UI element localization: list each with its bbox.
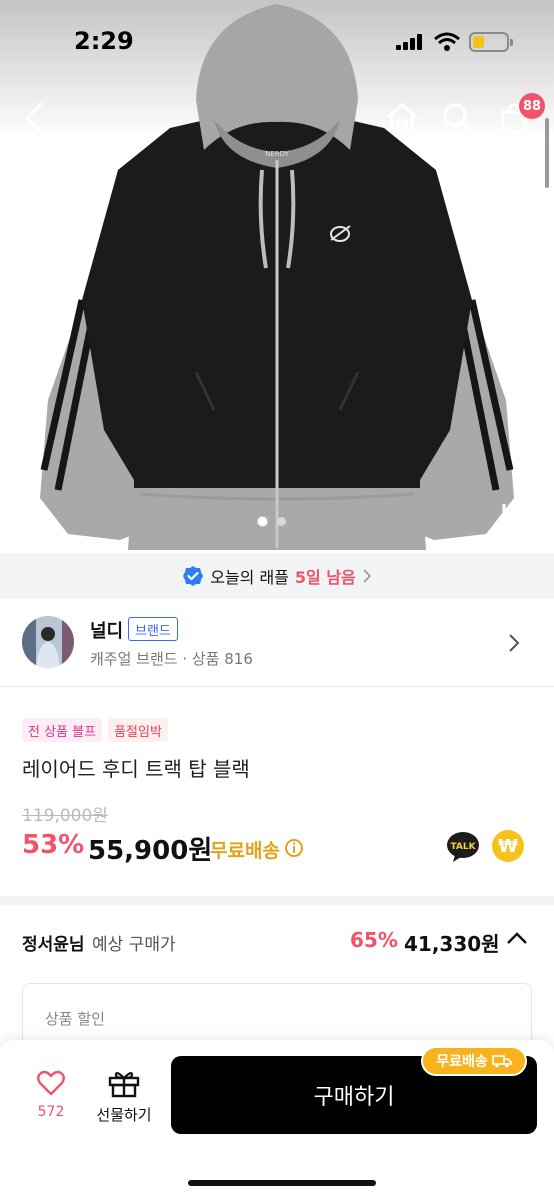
truck-icon: [491, 1055, 512, 1068]
battery-tip: [510, 39, 513, 46]
chevron-right-icon: [509, 634, 520, 652]
signal-icon: [396, 34, 422, 50]
brand-badge: 브랜드: [128, 617, 178, 641]
product-tag: 전 상품 블프: [22, 718, 103, 742]
chevron-up-icon[interactable]: [505, 930, 529, 946]
brand-subtitle: 캐주얼 브랜드 · 상품 816: [90, 650, 253, 668]
like-button[interactable]: 572: [28, 1070, 74, 1130]
garment-label: NERDY: [265, 150, 290, 158]
discount-rate: 53%: [22, 830, 85, 860]
back-button[interactable]: [14, 98, 54, 138]
home-button[interactable]: [382, 98, 422, 138]
free-shipping-pill: 무료배송: [421, 1046, 527, 1076]
gallery-dot[interactable]: [258, 517, 267, 526]
search-icon: [443, 103, 474, 134]
expected-price: 41,330원: [404, 932, 500, 956]
brand-row[interactable]: 널디 브랜드 캐주얼 브랜드 · 상품 816: [0, 599, 554, 687]
product-image: NERDY: [40, 4, 514, 550]
scrollbar[interactable]: [545, 118, 549, 188]
brand-avatar: [22, 616, 74, 668]
raffle-text: 오늘의 래플: [210, 568, 289, 587]
section-divider: [0, 896, 554, 905]
heart-icon: [37, 1070, 65, 1096]
expected-discount-rate: 65%: [350, 928, 398, 952]
expected-user-name: 정서윤님: [22, 935, 85, 955]
original-price: 119,000원: [22, 806, 108, 826]
battery-icon: [469, 32, 513, 52]
sale-price: 55,900원: [88, 836, 213, 866]
chevron-right-icon: [363, 569, 371, 583]
pay-won-icon[interactable]: ₩: [492, 830, 524, 862]
wifi-icon: [434, 32, 460, 51]
expand-image-icon[interactable]: [500, 500, 526, 530]
home-icon: [387, 103, 417, 134]
gift-icon: [108, 1071, 140, 1098]
brand-name: 널디: [90, 621, 124, 642]
discount-box-title: 상품 할인: [45, 1010, 105, 1028]
cart-count-badge: 88: [519, 93, 545, 119]
status-time: 2:29: [74, 27, 134, 55]
verified-badge-icon: [183, 566, 204, 586]
product-tag: 품절임박: [108, 718, 168, 742]
product-title: 레이어드 후디 트랙 탑 블랙: [22, 757, 250, 781]
raffle-remaining: 5일 남음: [294, 568, 356, 587]
kakao-talk-share-icon[interactable]: TALK: [446, 830, 480, 864]
search-button[interactable]: [438, 98, 478, 138]
gallery-pagination: [258, 517, 286, 526]
free-shipping-label: 무료배송: [210, 840, 280, 862]
talk-label: TALK: [450, 842, 476, 852]
status-bar: 2:29: [0, 0, 554, 80]
free-shipping-pill-label: 무료배송: [436, 1054, 488, 1070]
gift-label: 선물하기: [96, 1106, 152, 1124]
gallery-dot[interactable]: [277, 517, 286, 526]
expected-price-label: 예상 구매가: [92, 935, 176, 955]
like-count: 572: [37, 1104, 65, 1120]
home-indicator[interactable]: [188, 1180, 376, 1186]
back-icon: [25, 102, 43, 134]
product-tags: 전 상품 블프 품절임박: [22, 718, 168, 742]
gift-button[interactable]: 선물하기: [90, 1068, 158, 1128]
raffle-banner[interactable]: 오늘의 래플 5일 남음: [0, 553, 554, 599]
info-icon[interactable]: [284, 838, 304, 858]
battery-level: [473, 36, 484, 48]
product-image-gallery[interactable]: NERDY 2:29 88: [0, 0, 554, 553]
